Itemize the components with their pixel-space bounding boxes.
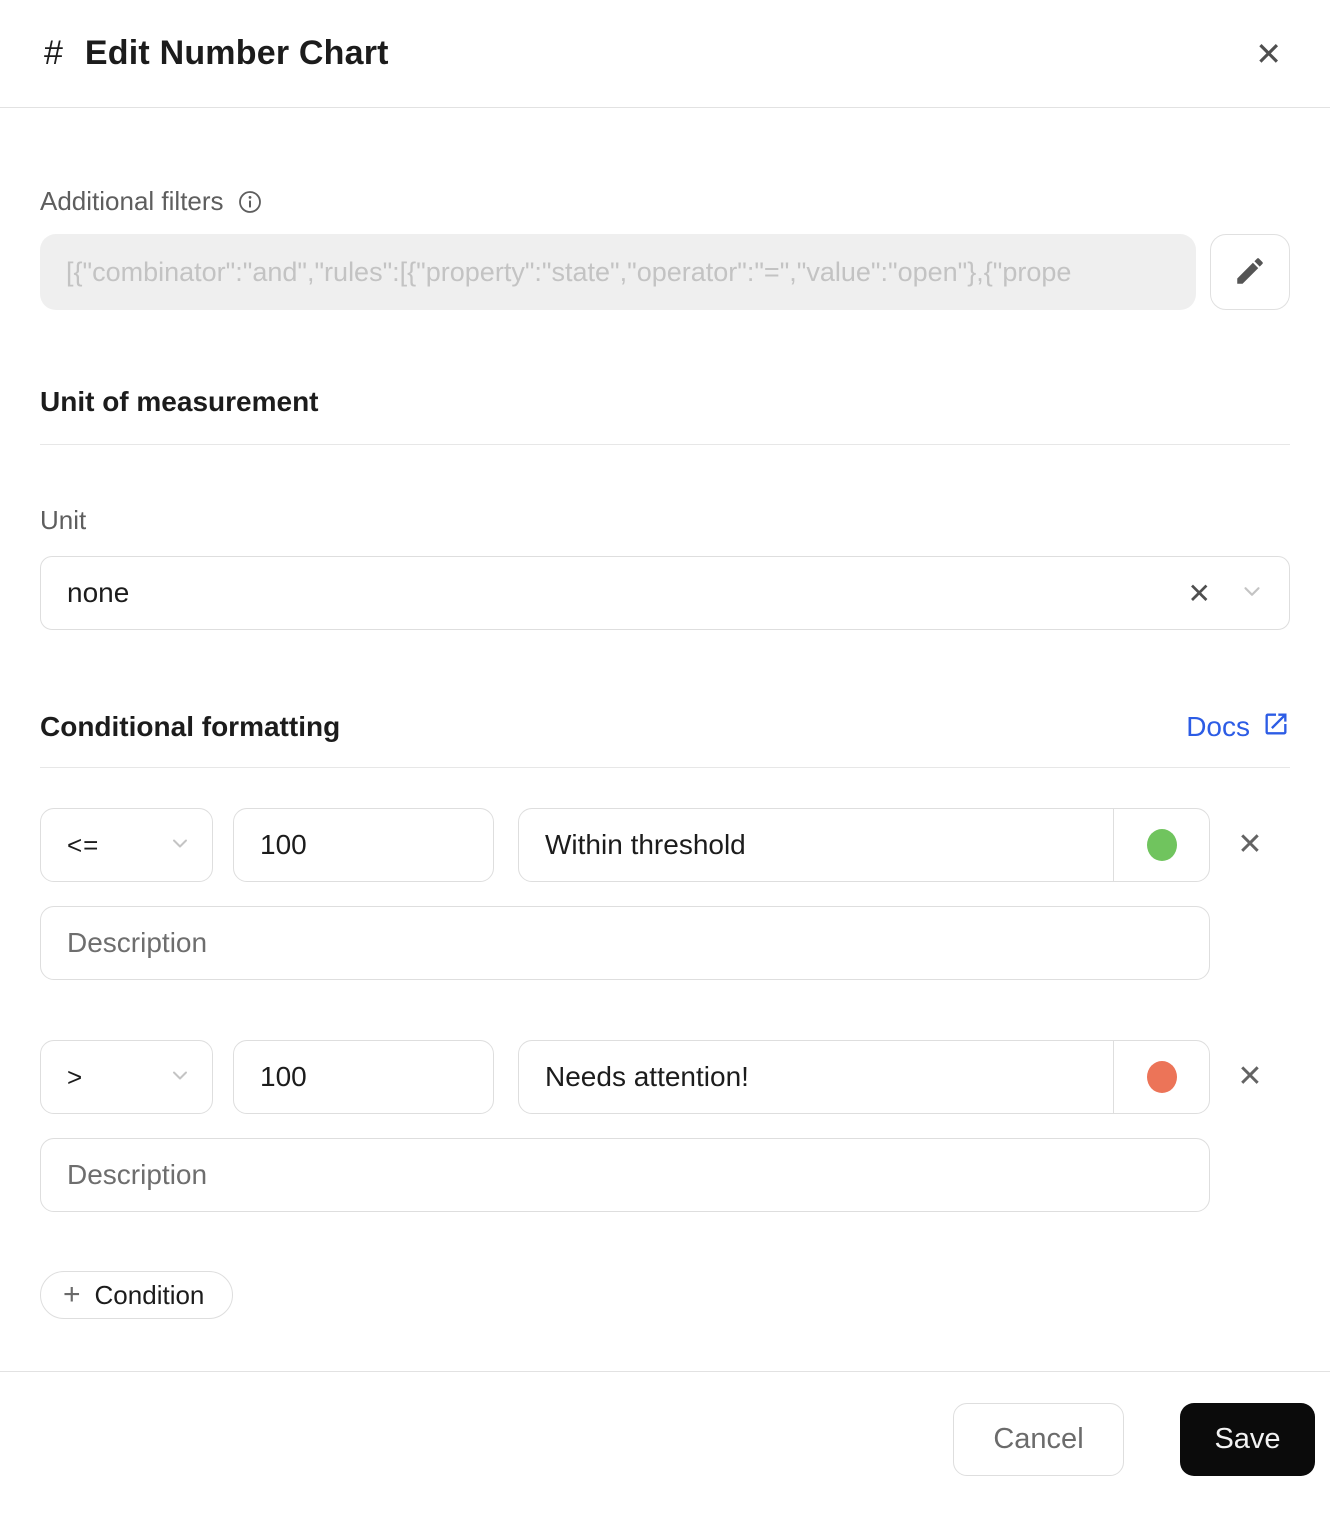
chevron-down-icon (168, 1063, 192, 1092)
external-link-icon (1262, 710, 1290, 743)
condition-label-input[interactable] (519, 1041, 1113, 1113)
unit-label: Unit (40, 505, 87, 535)
remove-condition-icon[interactable]: ✕ (1237, 1062, 1262, 1092)
chevron-down-icon (1239, 578, 1265, 609)
threshold-value-input[interactable] (233, 1040, 494, 1114)
condition-label-input[interactable] (519, 809, 1113, 881)
conditional-formatting-heading-row: Conditional formatting Docs (40, 710, 1290, 743)
conditional-formatting-heading: Conditional formatting (40, 710, 341, 742)
condition-description-input[interactable] (40, 906, 1210, 980)
cancel-button[interactable]: Cancel (953, 1403, 1124, 1476)
unit-select-value: none (67, 577, 130, 608)
remove-condition-icon[interactable]: ✕ (1237, 830, 1262, 860)
additional-filters-row (40, 234, 1290, 310)
number-type-icon: # (44, 34, 63, 72)
docs-link[interactable]: Docs (1186, 710, 1290, 743)
dialog-footer: Cancel Save (0, 1371, 1330, 1517)
remove-condition-cell: ✕ (1210, 1062, 1290, 1092)
clear-unit-icon[interactable]: ✕ (1180, 577, 1239, 610)
plus-icon: + (63, 1278, 81, 1311)
condition-row: > ✕ (40, 1040, 1290, 1114)
edit-filters-button[interactable] (1210, 234, 1290, 310)
edit-number-chart-dialog: # Edit Number Chart ✕ Additional filters (0, 0, 1330, 1506)
close-icon[interactable]: ✕ (1251, 34, 1286, 74)
add-condition-label: Condition (94, 1279, 205, 1310)
save-button[interactable]: Save (1180, 1403, 1315, 1476)
unit-select[interactable]: none ✕ (40, 556, 1290, 630)
operator-value: > (67, 1061, 84, 1092)
page-title: Edit Number Chart (84, 34, 389, 72)
chevron-down-icon (168, 831, 192, 860)
condition-color-dot (1146, 1061, 1177, 1093)
unit-section-heading: Unit of measurement (40, 386, 319, 417)
add-condition-button[interactable]: + Condition (40, 1271, 234, 1319)
condition-description-input[interactable] (40, 1138, 1210, 1212)
condition-label-group (518, 808, 1210, 882)
condition-row: <= ✕ (40, 808, 1290, 882)
remove-condition-cell: ✕ (1210, 830, 1290, 860)
condition-label-group (518, 1040, 1210, 1114)
color-swatch-button[interactable] (1113, 1041, 1209, 1113)
dialog-title-wrap: # Edit Number Chart (44, 34, 389, 73)
additional-filters-label-row: Additional filters (40, 186, 1290, 217)
unit-section-divider (40, 444, 1290, 445)
info-icon (238, 190, 262, 214)
operator-value: <= (67, 829, 100, 860)
docs-link-label: Docs (1186, 710, 1250, 742)
condition-color-dot (1146, 829, 1177, 861)
color-swatch-button[interactable] (1113, 809, 1209, 881)
dialog-body: Additional filters Unit of measureme (0, 108, 1330, 1319)
additional-filters-label: Additional filters (40, 186, 224, 216)
threshold-value-input[interactable] (233, 808, 494, 882)
conditional-formatting-divider (40, 767, 1290, 768)
additional-filters-input[interactable] (40, 234, 1196, 310)
dialog-header: # Edit Number Chart ✕ (0, 0, 1330, 108)
operator-select[interactable]: > (40, 1040, 213, 1114)
operator-select[interactable]: <= (40, 808, 213, 882)
pencil-icon (1233, 254, 1267, 291)
